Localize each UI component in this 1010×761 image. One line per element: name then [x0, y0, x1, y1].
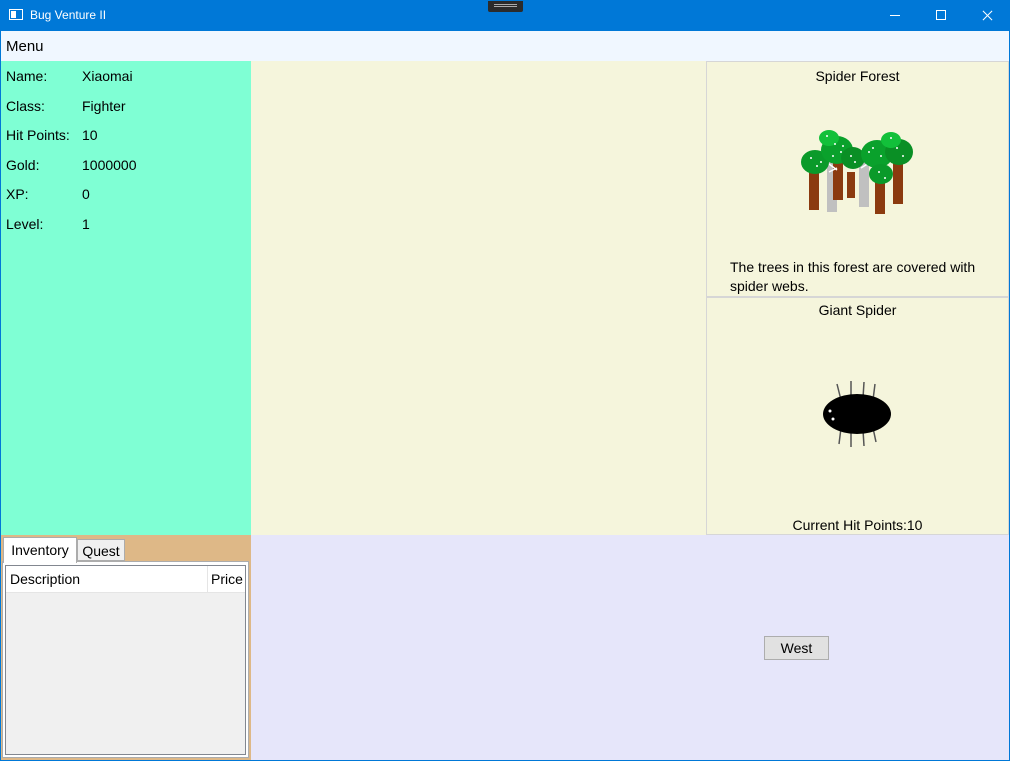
- game-messages-panel: [251, 61, 706, 535]
- window-title: Bug Venture II: [30, 8, 107, 22]
- gold-value: 1000000: [82, 157, 137, 173]
- inventory-tab-body: Description Price: [2, 561, 249, 758]
- app-window-icon: [9, 9, 23, 20]
- xp-label: XP:: [6, 186, 29, 202]
- tab-quest[interactable]: Quest: [77, 539, 125, 561]
- movement-panel: West: [251, 535, 1009, 761]
- monster-panel: Giant Spider Current Hit Points:10: [706, 297, 1009, 535]
- monster-name: Giant Spider: [818, 302, 897, 318]
- level-value: 1: [82, 216, 90, 232]
- class-value: Fighter: [82, 98, 126, 114]
- column-header-price[interactable]: Price: [208, 566, 245, 592]
- menu-bar: Menu: [0, 31, 1010, 61]
- monster-hit-points: Current Hit Points:10: [792, 517, 923, 533]
- location-panel: Spider Forest The trees in this forest a…: [706, 61, 1009, 297]
- menu-item-menu[interactable]: Menu: [6, 38, 44, 55]
- tab-inventory-label: Inventory: [11, 542, 69, 558]
- giant-spider-image: [823, 381, 891, 447]
- drag-handle-icon[interactable]: [488, 0, 523, 12]
- location-name: Spider Forest: [815, 68, 900, 84]
- grid-header: Description Price: [6, 566, 245, 593]
- level-label: Level:: [6, 216, 44, 232]
- column-header-description[interactable]: Description: [6, 566, 208, 592]
- minimize-button[interactable]: [872, 0, 918, 31]
- name-value: Xiaomai: [82, 68, 133, 84]
- forest-trees-image: [801, 130, 913, 214]
- column-description-label: Description: [10, 571, 81, 587]
- column-price-label: Price: [211, 571, 243, 587]
- close-button[interactable]: [964, 0, 1010, 31]
- tab-inventory[interactable]: Inventory: [3, 537, 77, 563]
- name-label: Name:: [6, 68, 48, 84]
- player-stats-panel: Name: Xiaomai Class: Fighter Hit Points:…: [0, 61, 251, 535]
- title-bar[interactable]: Bug Venture II: [0, 0, 1010, 31]
- west-button[interactable]: West: [764, 636, 829, 660]
- location-description: The trees in this forest are covered wit…: [730, 259, 976, 294]
- inventory-tab-panel: Inventory Quest Description Price: [0, 535, 251, 761]
- inventory-grid[interactable]: Description Price: [5, 565, 246, 755]
- class-label: Class:: [6, 98, 45, 114]
- tab-quest-label: Quest: [82, 543, 120, 559]
- hit-points-label: Hit Points:: [6, 127, 70, 143]
- xp-value: 0: [82, 186, 90, 202]
- maximize-button[interactable]: [918, 0, 964, 31]
- hit-points-value: 10: [82, 127, 98, 143]
- gold-label: Gold:: [6, 157, 40, 173]
